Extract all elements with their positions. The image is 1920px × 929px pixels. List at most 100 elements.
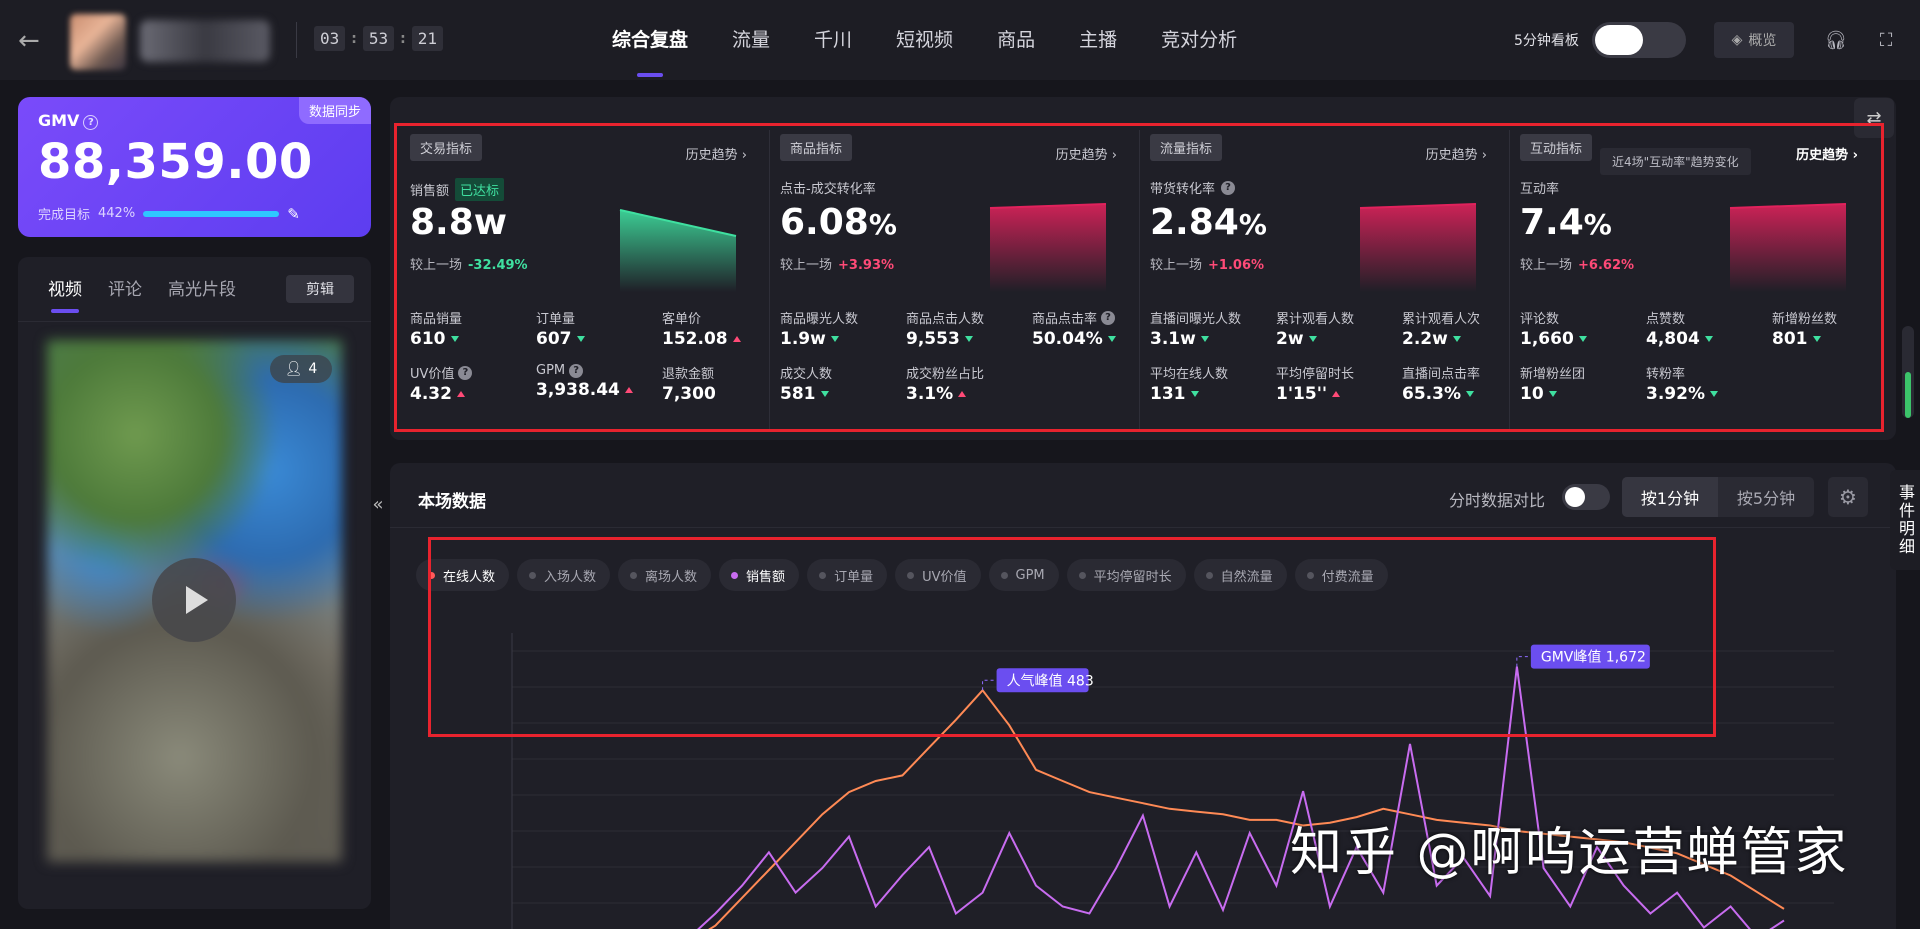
legend-item[interactable]: 入场人数 <box>517 559 611 591</box>
scrollbar[interactable] <box>1902 326 1914 418</box>
nav-anchor[interactable]: 主播 <box>1079 0 1117 80</box>
legend-label: 入场人数 <box>544 569 597 585</box>
chart-legend: 在线人数 入场人数 离场人数 销售额 订单量 UV价值 GPM 平均停留时长 自然流量 付费流量 <box>416 559 1388 591</box>
data-sync-badge[interactable]: 数据同步 <box>298 97 371 124</box>
history-trend-link[interactable]: 历史趋势 › <box>686 144 747 163</box>
nav-overview-review[interactable]: 综合复盘 <box>612 0 688 80</box>
gmv-value: 88,359.00 <box>38 134 313 190</box>
legend-item[interactable]: 离场人数 <box>618 559 712 591</box>
help-icon[interactable]: ? <box>1101 310 1116 325</box>
main-metric-value: 7.4 <box>1520 202 1584 243</box>
metric-cell: 累计观看人次 2.2w <box>1402 308 1506 349</box>
play-icon[interactable] <box>152 558 236 642</box>
tab-comments[interactable]: 评论 <box>108 275 142 300</box>
legend-item[interactable]: UV价值 <box>895 559 981 591</box>
legend-item[interactable]: 付费流量 <box>1294 559 1388 591</box>
nav-products[interactable]: 商品 <box>997 0 1035 80</box>
metric-group-tag: 流量指标 <box>1150 134 1223 161</box>
metric-cell: GPM? 3,938.44 <box>536 363 662 404</box>
nav-traffic[interactable]: 流量 <box>732 0 770 80</box>
metric-label: 商品销量 <box>410 312 463 327</box>
overview-button[interactable]: ◈ 概览 <box>1714 22 1794 58</box>
legend-dot <box>1078 571 1086 579</box>
main-metric-label: 销售额 <box>410 184 450 199</box>
trend-sparkline[interactable] <box>1358 196 1478 292</box>
up-arrow-icon <box>1332 391 1341 397</box>
five-min-board-label: 5分钟看板 <box>1514 33 1579 49</box>
nav-short-video[interactable]: 短视频 <box>896 0 953 80</box>
metric-value: 3.92% <box>1646 384 1705 404</box>
metric-cell: 订单量 607 <box>536 308 662 349</box>
help-icon[interactable]: ? <box>458 365 473 380</box>
metric-value: 1,660 <box>1520 329 1574 349</box>
legend-item[interactable]: 销售额 <box>719 559 800 591</box>
back-arrow-icon[interactable]: ← <box>18 26 40 56</box>
gmv-label: GMV <box>38 111 80 130</box>
peak-annotation: GMV峰值 1,672 <box>1516 644 1650 669</box>
headset-icon[interactable]: 🎧︎ <box>1822 26 1850 54</box>
main-metric-label: 互动率 <box>1520 182 1560 197</box>
metric-grid: 评论数 1,660 点赞数 4,804 新增粉丝数 801 新增粉丝团 10 转… <box>1520 308 1876 404</box>
metric-label: 退款金额 <box>662 367 715 382</box>
metric-label: 平均在线人数 <box>1150 367 1229 382</box>
metric-cell: 新增粉丝团 10 <box>1520 363 1646 404</box>
fullscreen-icon[interactable]: ⛶ <box>1872 26 1900 54</box>
main-metric-value: 8.8w <box>410 202 508 243</box>
five-min-board-toggle[interactable] <box>1592 22 1686 58</box>
legend-dot <box>529 571 537 579</box>
trend-tooltip: 近4场"互动率"趋势变化 <box>1600 148 1751 175</box>
metric-value: 3,938.44 <box>536 380 620 400</box>
metric-group-tag: 商品指标 <box>780 134 853 161</box>
trend-sparkline[interactable] <box>988 196 1108 292</box>
edit-icon[interactable]: ✎ <box>287 205 300 223</box>
legend-item[interactable]: 订单量 <box>807 559 888 591</box>
live-timer: 03 : 53 : 21 <box>314 26 444 51</box>
gear-icon[interactable]: ⚙ <box>1828 477 1868 517</box>
down-arrow-icon <box>1190 391 1199 397</box>
metric-label: 成交人数 <box>780 367 833 382</box>
metric-label: 新增粉丝数 <box>1772 312 1838 327</box>
down-arrow-icon <box>964 336 973 342</box>
tab-video[interactable]: 视频 <box>48 275 82 313</box>
tab-highlights[interactable]: 高光片段 <box>168 275 236 300</box>
history-trend-link[interactable]: 历史趋势 › <box>1426 144 1487 163</box>
metric-cell: 成交人数 581 <box>780 363 906 404</box>
metric-group-tag: 互动指标 <box>1520 134 1593 161</box>
collapse-panel-icon[interactable]: « <box>368 494 388 524</box>
legend-item[interactable]: 自然流量 <box>1193 559 1287 591</box>
help-icon[interactable]: ? <box>83 115 99 130</box>
viewer-count-badge: 👤︎ 4 <box>270 355 332 383</box>
down-arrow-icon <box>820 391 829 397</box>
metric-label: 成交粉丝占比 <box>906 367 985 382</box>
metric-value: 1'15'' <box>1276 384 1328 404</box>
metric-label: 平均停留时长 <box>1276 367 1355 382</box>
metric-label: 点赞数 <box>1646 312 1686 327</box>
legend-item[interactable]: 在线人数 <box>416 559 510 591</box>
legend-dot <box>731 571 739 579</box>
legend-label: 付费流量 <box>1321 569 1374 585</box>
legend-item[interactable]: 平均停留时长 <box>1066 559 1186 591</box>
events-tab[interactable]: 事件明细 <box>1890 470 1920 570</box>
account-avatar <box>70 14 126 70</box>
metric-cell: 商品曝光人数 1.9w <box>780 308 906 349</box>
metric-cell: 平均在线人数 131 <box>1150 363 1276 404</box>
trend-sparkline[interactable] <box>1728 196 1848 292</box>
nav-competitor[interactable]: 竞对分析 <box>1161 0 1237 80</box>
sparkline-area <box>1730 204 1846 292</box>
history-trend-link[interactable]: 历史趋势 › <box>1796 144 1858 163</box>
history-trend-link[interactable]: 历史趋势 › <box>1056 144 1117 163</box>
gran-5min[interactable]: 按5分钟 <box>1718 477 1814 517</box>
main-metric-value: 2.84 <box>1150 202 1239 243</box>
metric-value: 9,553 <box>906 329 960 349</box>
help-icon[interactable]: ? <box>1221 180 1236 195</box>
clip-button[interactable]: 剪辑 <box>286 275 354 303</box>
gran-1min[interactable]: 按1分钟 <box>1622 477 1718 517</box>
nav-qianchuan[interactable]: 千川 <box>814 0 852 80</box>
compare-toggle[interactable] <box>1562 484 1610 510</box>
legend-item[interactable]: GPM <box>988 559 1059 591</box>
metric-value: 2.2w <box>1402 329 1448 349</box>
help-icon[interactable]: ? <box>569 363 584 378</box>
trend-sparkline[interactable] <box>618 196 738 292</box>
metric-label: 累计观看人数 <box>1276 312 1355 327</box>
metric-label: 订单量 <box>536 312 576 327</box>
